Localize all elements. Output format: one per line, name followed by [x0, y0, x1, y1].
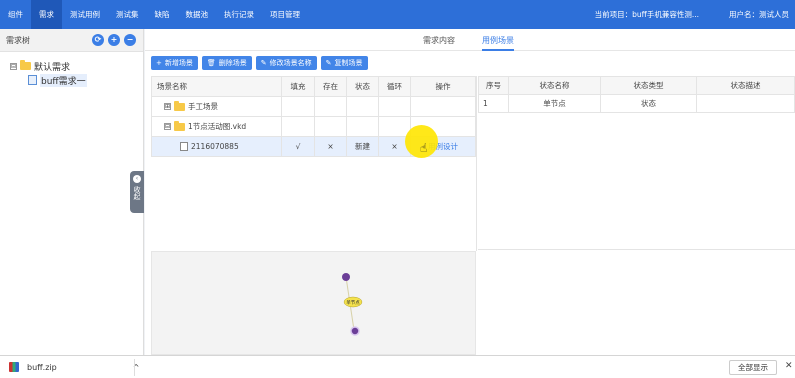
- rename-scene-button[interactable]: ✎ 修改场景名称: [255, 56, 317, 70]
- requirement-tree: ⊟ 默认需求 buff需求一: [0, 52, 143, 87]
- exist-cell: [314, 116, 347, 137]
- nav-item-test-cases[interactable]: 测试用例: [62, 0, 108, 29]
- tab-requirement-content[interactable]: 需求内容: [423, 35, 455, 46]
- nav-item-requirements[interactable]: 需求: [31, 0, 62, 29]
- col-status[interactable]: 状态: [346, 76, 379, 97]
- nav-item-defects[interactable]: 缺陷: [147, 0, 178, 29]
- download-bar: buff.zip ^ 全部显示 ✕: [0, 355, 795, 378]
- scene-name[interactable]: 1节点活动图.vkd: [188, 121, 246, 132]
- start-node-icon[interactable]: [342, 273, 350, 281]
- col-action[interactable]: 操作: [410, 76, 476, 97]
- nav-item-project-mgmt[interactable]: 项目管理: [262, 0, 308, 29]
- fill-cell: [281, 116, 315, 137]
- zip-file-icon: [9, 362, 19, 372]
- col-loop[interactable]: 循环: [378, 76, 411, 97]
- status-cell: 新建: [346, 136, 379, 157]
- delete-icon[interactable]: −: [124, 34, 136, 46]
- nav-item-test-sets[interactable]: 测试集: [108, 0, 147, 29]
- nav-item-components[interactable]: 组件: [0, 0, 31, 29]
- state-name-cell: 单节点: [508, 94, 601, 113]
- trash-icon: 🗑: [206, 59, 216, 67]
- col-fill[interactable]: 填充: [281, 76, 315, 97]
- end-node-icon[interactable]: [350, 326, 360, 336]
- folder-icon: [20, 60, 31, 70]
- content-tabs: 需求内容 用例场景: [145, 29, 795, 51]
- add-scene-button[interactable]: + 新增场景: [151, 56, 198, 70]
- current-project[interactable]: 当前项目：buff手机兼容性测...: [595, 9, 699, 20]
- state-desc-cell: [696, 94, 795, 113]
- table-row[interactable]: ⊞ 手工场景: [151, 96, 476, 117]
- panel-divider: [476, 76, 477, 251]
- index-cell: 1: [478, 94, 509, 113]
- tree-node-label[interactable]: 默认需求: [34, 60, 70, 73]
- topbar-info: 当前项目：buff手机兼容性测... 用户名：测试人员: [595, 9, 795, 20]
- collapse-label: 收起: [133, 186, 141, 200]
- status-cell: [346, 96, 379, 117]
- requirement-tree-panel: 需求树 ⟳ + − ⊟ 默认需求 buff需求一: [0, 29, 144, 355]
- col-state-type[interactable]: 状态类型: [600, 76, 697, 95]
- state-type-cell: 状态: [600, 94, 697, 113]
- sidebar-header: 需求树 ⟳ + −: [0, 29, 143, 52]
- right-panel-bottom: [478, 240, 795, 250]
- main-nav: 组件 需求 测试用例 测试集 缺陷 数据池 执行记录 项目管理: [0, 0, 308, 29]
- edit-icon: ✎: [260, 59, 267, 67]
- col-state-desc[interactable]: 状态描述: [696, 76, 795, 95]
- diagram-canvas: 单节点: [342, 273, 363, 336]
- copy-scene-button[interactable]: ✎ 复制场景: [320, 56, 368, 70]
- exist-cell: [314, 96, 347, 117]
- file-icon: [180, 142, 188, 151]
- tab-case-scenes[interactable]: 用例场景: [482, 35, 514, 51]
- fill-cell: √: [281, 136, 315, 157]
- nav-item-data-pool[interactable]: 数据池: [178, 0, 217, 29]
- exist-cell: ×: [314, 136, 347, 157]
- sidebar-title: 需求树: [6, 35, 30, 45]
- tree-node-buff[interactable]: buff需求一: [0, 73, 143, 87]
- tree-node-label[interactable]: buff需求一: [40, 73, 87, 87]
- state-table: 序号 状态名称 状态类型 状态描述 1 单节点 状态: [478, 76, 795, 113]
- table-row[interactable]: 1 单节点 状态: [478, 94, 795, 113]
- delete-scene-button[interactable]: 🗑 删除场景: [201, 56, 252, 70]
- show-all-button[interactable]: 全部显示: [729, 360, 777, 375]
- col-exist[interactable]: 存在: [314, 76, 347, 97]
- file-icon: [28, 75, 37, 85]
- collapse-icon: ‹: [133, 175, 141, 183]
- col-index[interactable]: 序号: [478, 76, 509, 95]
- download-filename[interactable]: buff.zip: [27, 363, 57, 372]
- folder-icon: [174, 120, 185, 131]
- folder-icon: [174, 100, 185, 111]
- sidebar-tools: ⟳ + −: [92, 34, 136, 46]
- activity-diagram[interactable]: 单节点: [151, 251, 476, 355]
- plus-icon: +: [156, 59, 162, 67]
- expand-toggle-icon[interactable]: ⊞: [164, 103, 171, 110]
- edit-icon: ✎: [325, 59, 332, 67]
- top-nav-bar: 组件 需求 测试用例 测试集 缺陷 数据池 执行记录 项目管理 当前项目：buf…: [0, 0, 795, 29]
- col-state-name[interactable]: 状态名称: [508, 76, 601, 95]
- close-icon[interactable]: ✕: [785, 361, 793, 371]
- action-cell: [410, 96, 476, 117]
- fill-cell: [281, 96, 315, 117]
- col-scene-name[interactable]: 场景名称: [151, 76, 282, 97]
- refresh-icon[interactable]: ⟳: [92, 34, 104, 46]
- collapse-sidebar-handle[interactable]: ‹ 收起: [130, 171, 144, 213]
- current-user[interactable]: 用户名：测试人员: [729, 9, 789, 20]
- collapse-toggle-icon[interactable]: ⊟: [164, 123, 171, 130]
- status-cell: [346, 116, 379, 137]
- scene-name[interactable]: 2116070885: [191, 142, 239, 151]
- nav-item-exec-records[interactable]: 执行记录: [216, 0, 262, 29]
- download-divider: [134, 359, 135, 376]
- pointer-cursor-icon: ☝: [420, 141, 428, 155]
- tree-node-default[interactable]: ⊟ 默认需求: [0, 59, 143, 73]
- state-node-label: 单节点: [346, 299, 360, 306]
- loop-cell: [378, 96, 411, 117]
- collapse-toggle-icon[interactable]: ⊟: [10, 62, 17, 70]
- add-icon[interactable]: +: [108, 34, 120, 46]
- scene-name[interactable]: 手工场景: [188, 101, 218, 112]
- scene-toolbar: + 新增场景 🗑 删除场景 ✎ 修改场景名称 ✎ 复制场景: [151, 56, 368, 70]
